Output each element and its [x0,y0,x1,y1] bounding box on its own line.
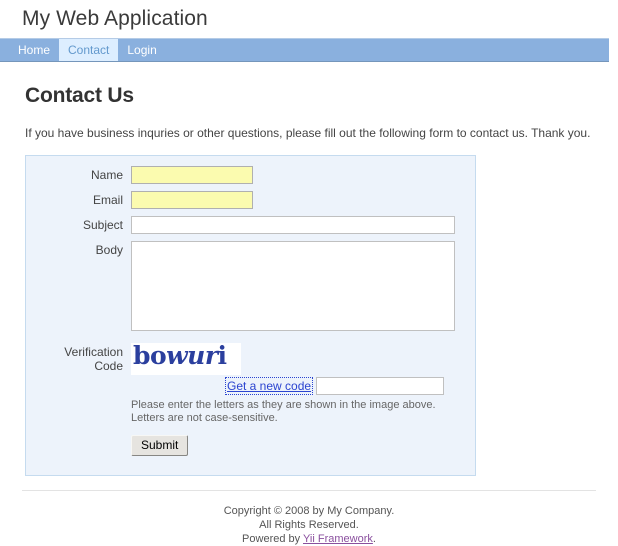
name-input[interactable] [131,166,253,184]
label-verification-line2: Code [94,359,123,373]
page-container: My Web Application Home Contact Login Co… [0,0,618,546]
field-wrap-subject [131,216,475,234]
label-subject: Subject [82,218,123,232]
page-title: Contact Us [25,84,134,107]
field-wrap-name [131,166,475,184]
captcha-part-2: wur [166,343,218,370]
captcha-hint-line2: Letters are not case-sensitive. [131,412,278,424]
nav-item-home[interactable]: Home [9,39,59,61]
subject-input[interactable] [131,216,455,234]
captcha-controls: Get a new code [224,377,475,395]
nav-link-home[interactable]: Home [9,39,59,61]
contact-form: Name Email Subject Body Verification Cod… [25,155,476,476]
form-row-name: Name [26,166,475,184]
main-content: Contact Us If you have business inquries… [0,84,618,476]
footer-powered-prefix: Powered by [242,533,303,545]
form-row-subject: Subject [26,216,475,234]
footer-powered-suffix: . [372,533,376,545]
nav-link-contact[interactable]: Contact [59,39,119,61]
footer-rights: All Rights Reserved. [259,519,359,531]
label-verification-line1: Verification [64,345,123,359]
field-wrap-body [131,241,475,331]
captcha-part-3: i [217,343,228,370]
site-footer: Copyright © 2008 by My Company. All Righ… [22,490,596,546]
footer-copyright: Copyright © 2008 by My Company. [223,505,395,517]
captcha-hint: Please enter the letters as they are sho… [131,399,475,425]
label-verification-code: Verification Code [26,345,123,373]
submit-button[interactable]: Submit [131,435,189,456]
nav-list: Home Contact Login [0,39,609,61]
label-name: Name [90,168,123,182]
body-textarea[interactable] [131,241,455,331]
site-header: My Web Application [0,0,618,38]
get-new-code-link[interactable]: Get a new code [224,377,314,395]
form-row-body: Body [26,241,475,331]
captcha-image: bowuri [131,343,241,375]
captcha-code-text: bowuri [133,343,227,370]
verification-code-input[interactable] [316,377,445,395]
main-navigation: Home Contact Login [0,38,609,62]
form-buttons: Submit [131,435,475,456]
form-row-email: Email [26,191,475,209]
form-row-verification: Verification Code bowuri Get a new code … [26,343,475,456]
label-email: Email [92,193,123,207]
nav-item-login[interactable]: Login [118,39,165,61]
site-title: My Web Application [22,7,208,30]
field-wrap-email [131,191,475,209]
nav-link-login[interactable]: Login [118,39,165,61]
yii-framework-link[interactable]: Yii Framework [303,533,373,545]
label-body: Body [95,243,123,257]
page-intro-text: If you have business inquries or other q… [25,126,591,140]
captcha-hint-line1: Please enter the letters as they are sho… [131,399,436,411]
nav-item-contact[interactable]: Contact [59,39,119,61]
email-input[interactable] [131,191,253,209]
captcha-part-1: bo [133,343,167,370]
